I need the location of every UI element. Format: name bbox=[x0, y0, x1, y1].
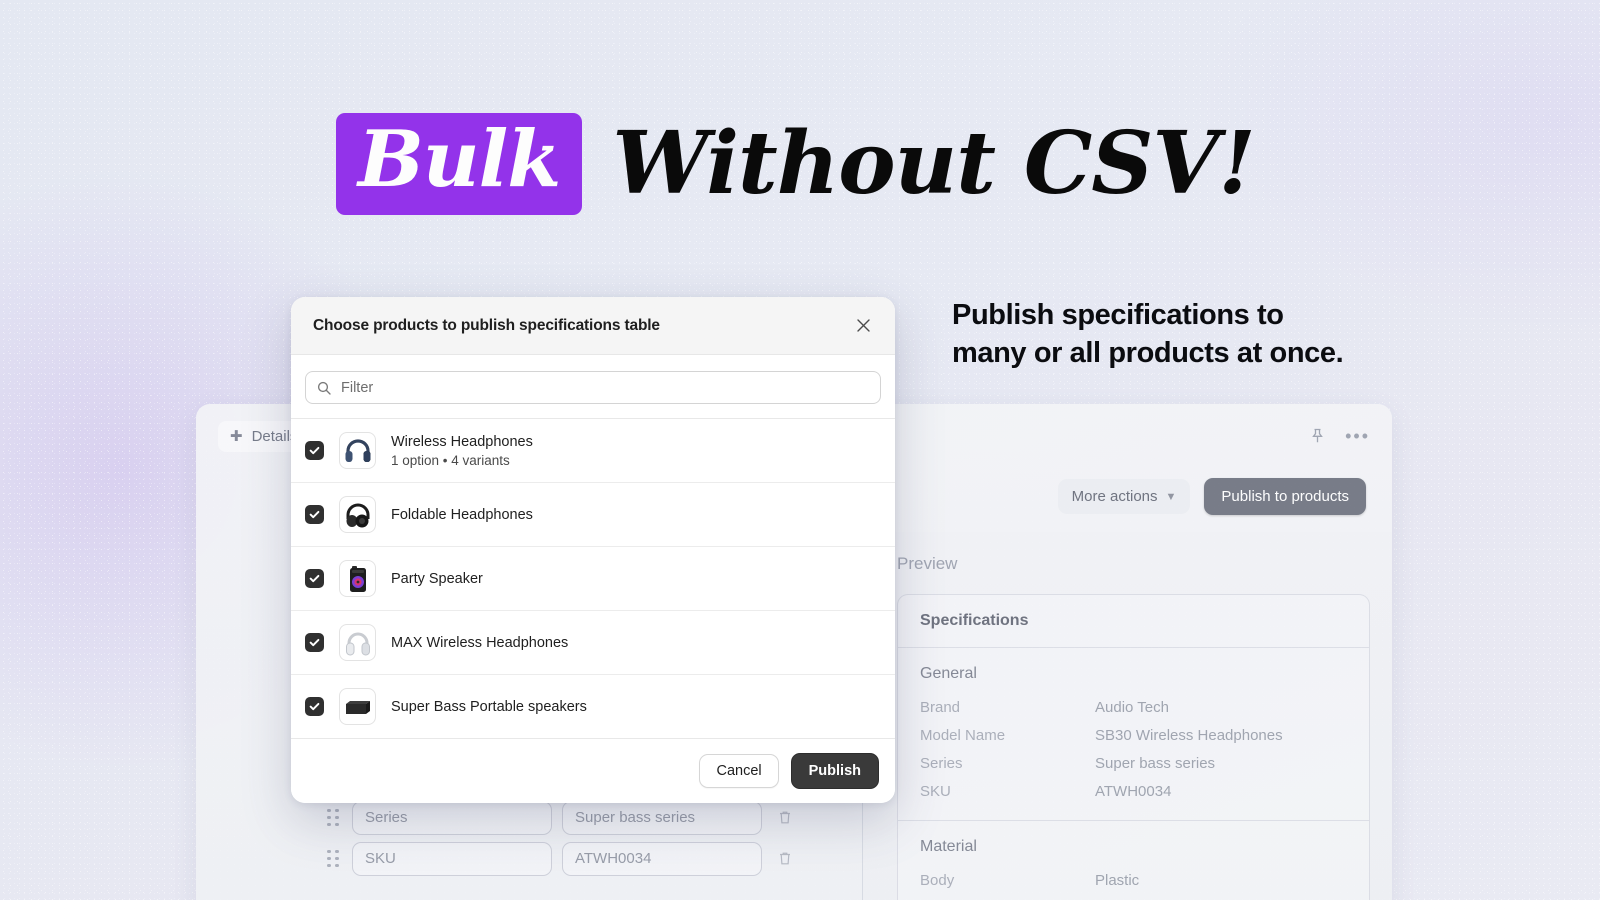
filter-search-box[interactable] bbox=[305, 371, 881, 404]
spec-form-row: Series Super bass series bbox=[324, 797, 834, 838]
specification-group: General Brand Audio Tech Model Name SB30 Wir… bbox=[898, 648, 1369, 821]
choose-products-modal: Choose products to publish specification… bbox=[291, 297, 895, 803]
headphones-blue-thumbnail-icon bbox=[339, 432, 376, 469]
preview-panel-title: Preview bbox=[897, 554, 958, 573]
product-text: Foldable Headphones bbox=[391, 507, 533, 523]
product-text: Party Speaker bbox=[391, 571, 483, 587]
spec-value-input[interactable]: Super bass series bbox=[562, 800, 762, 835]
close-icon[interactable] bbox=[854, 316, 873, 335]
headphones-white-thumbnail-icon bbox=[339, 624, 376, 661]
product-checkbox[interactable] bbox=[305, 633, 324, 652]
headphones-black-thumbnail-icon bbox=[339, 496, 376, 533]
specifications-card: Specifications General Brand Audio Tech Mod… bbox=[897, 594, 1370, 900]
product-checkbox[interactable] bbox=[305, 697, 324, 716]
specifications-card-title: Specifications bbox=[898, 595, 1369, 648]
product-text: Super Bass Portable speakers bbox=[391, 699, 587, 715]
headline: Bulk Without CSV! bbox=[336, 112, 1256, 215]
modal-title: Choose products to publish specification… bbox=[313, 316, 660, 334]
product-row[interactable]: MAX Wireless Headphones bbox=[291, 611, 895, 675]
product-row[interactable]: Super Bass Portable speakers bbox=[291, 675, 895, 738]
product-text: Wireless Headphones 1 option • 4 variants bbox=[391, 434, 533, 468]
modal-footer: Cancel Publish bbox=[291, 738, 895, 803]
chevron-down-icon: ▼ bbox=[1165, 490, 1177, 503]
specification-key: Body bbox=[920, 872, 955, 889]
trash-icon[interactable] bbox=[778, 851, 792, 866]
specification-group-title: Material bbox=[920, 838, 977, 855]
specification-row: Brand Audio Tech bbox=[920, 694, 1347, 722]
specification-groups: General Brand Audio Tech Model Name SB30 Wir… bbox=[898, 648, 1369, 900]
product-checkbox[interactable] bbox=[305, 569, 324, 588]
marketing-line-1: Publish specifications to bbox=[952, 299, 1284, 331]
product-checkbox[interactable] bbox=[305, 441, 324, 460]
app-tabbar-actions: ••• bbox=[1310, 427, 1370, 445]
more-actions-label: More actions bbox=[1071, 488, 1158, 505]
marketing-copy: Publish specifications to many or all pr… bbox=[952, 296, 1382, 373]
specification-key: Series bbox=[920, 755, 963, 772]
pin-icon[interactable] bbox=[1310, 428, 1325, 444]
product-name: Party Speaker bbox=[391, 570, 483, 587]
specification-value: SB30 Wireless Headphones bbox=[1095, 727, 1283, 744]
marketing-line-2: many or all products at once. bbox=[952, 337, 1344, 370]
spec-key-input[interactable]: Series bbox=[352, 800, 552, 835]
drag-handle-icon[interactable] bbox=[324, 848, 342, 870]
cancel-button[interactable]: Cancel bbox=[699, 754, 779, 788]
product-name: Wireless Headphones bbox=[391, 433, 533, 450]
specification-value: Audio Tech bbox=[1095, 699, 1169, 716]
drag-handle-icon[interactable] bbox=[324, 807, 342, 829]
specification-value: ATWH0034 bbox=[1095, 783, 1172, 800]
product-checkbox[interactable] bbox=[305, 505, 324, 524]
specification-value: Super bass series bbox=[1095, 755, 1216, 772]
search-icon bbox=[317, 381, 331, 395]
portable-speaker-thumbnail-icon bbox=[339, 688, 376, 725]
specification-value: Plastic bbox=[1095, 872, 1140, 889]
more-actions-button[interactable]: More actions ▼ bbox=[1057, 479, 1191, 514]
specification-key: Model Name bbox=[920, 727, 1006, 744]
product-row[interactable]: Foldable Headphones bbox=[291, 483, 895, 547]
product-meta: 1 option • 4 variants bbox=[391, 452, 510, 468]
app-action-bar: More actions ▼ Publish to products bbox=[1057, 478, 1366, 515]
more-menu-icon[interactable]: ••• bbox=[1345, 427, 1370, 445]
product-text: MAX Wireless Headphones bbox=[391, 635, 568, 651]
specification-row: Series Super bass series bbox=[920, 750, 1347, 778]
modal-search-area bbox=[291, 355, 895, 418]
product-row[interactable]: Wireless Headphones 1 option • 4 variants bbox=[291, 419, 895, 483]
product-name: Super Bass Portable speakers bbox=[391, 698, 587, 715]
product-list: Wireless Headphones 1 option • 4 variants… bbox=[291, 418, 895, 738]
product-name: MAX Wireless Headphones bbox=[391, 634, 569, 651]
spec-value-input[interactable]: ATWH0034 bbox=[562, 841, 762, 876]
page-background: ✚ Details- ••• More actions ▼ Publish to… bbox=[0, 0, 1600, 900]
sparkle-icon: ✚ bbox=[230, 427, 243, 445]
specification-group-title: General bbox=[920, 665, 977, 682]
preview-panel: Preview Specifications General Brand Audio… bbox=[862, 532, 1392, 900]
party-speaker-thumbnail-icon bbox=[339, 560, 376, 597]
trash-icon[interactable] bbox=[778, 810, 792, 825]
spec-key-input[interactable]: SKU bbox=[352, 841, 552, 876]
specification-row: Model Name SB30 Wireless Headphones bbox=[920, 722, 1347, 750]
specification-row: Body Plastic bbox=[920, 867, 1347, 895]
publish-button[interactable]: Publish bbox=[790, 753, 879, 789]
search-input[interactable] bbox=[341, 379, 869, 396]
product-name: Foldable Headphones bbox=[391, 506, 533, 523]
spec-form-row: SKU ATWH0034 bbox=[324, 838, 834, 879]
modal-header: Choose products to publish specification… bbox=[291, 297, 895, 355]
specification-row: SKU ATWH0034 bbox=[920, 778, 1347, 806]
specification-key: SKU bbox=[920, 783, 951, 800]
specification-group: Material Body Plastic bbox=[898, 821, 1369, 900]
headline-rest: Without CSV! bbox=[612, 112, 1256, 214]
product-row[interactable]: Party Speaker bbox=[291, 547, 895, 611]
publish-to-products-button[interactable]: Publish to products bbox=[1204, 478, 1366, 515]
specification-key: Brand bbox=[920, 699, 961, 716]
headline-badge: Bulk bbox=[336, 113, 583, 215]
